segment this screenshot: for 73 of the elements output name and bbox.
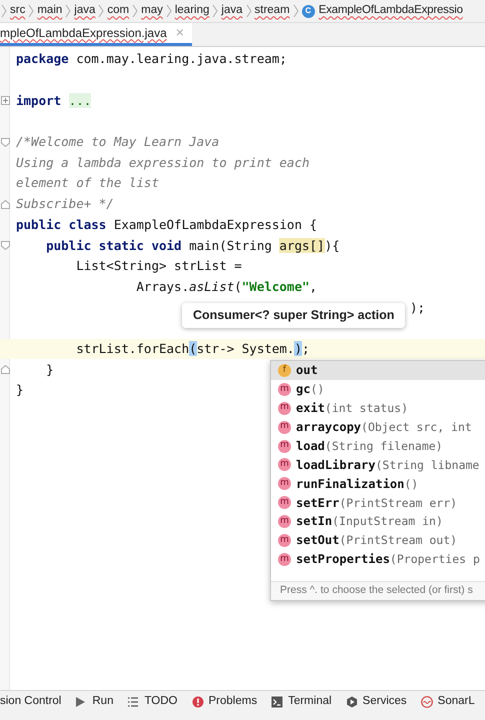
code-line: import ...	[16, 92, 92, 110]
breadcrumb-item[interactable]: java	[74, 2, 96, 20]
method-icon: m	[278, 402, 291, 415]
method-icon: m	[278, 440, 291, 452]
completion-item[interactable]: m loadLibrary(String libname	[271, 455, 485, 474]
completion-item[interactable]: f out	[271, 361, 485, 380]
breadcrumb-item[interactable]: main	[37, 2, 62, 20]
chevron-icon	[212, 4, 218, 18]
breadcrumb-item[interactable]: learing	[174, 2, 210, 20]
method-icon: m	[278, 552, 291, 566]
chevron-icon	[132, 4, 138, 18]
code-line: List<String> strList =	[75, 257, 242, 276]
method-icon: m	[278, 458, 291, 472]
error-icon	[192, 696, 204, 708]
code-line: );	[410, 298, 426, 317]
chevron-icon	[292, 4, 299, 18]
terminal-icon	[271, 696, 284, 708]
chevron-icon	[98, 4, 104, 18]
completion-item[interactable]: m runFinalization()	[271, 474, 485, 494]
expand-icon[interactable]	[1, 96, 10, 106]
tool-window-button[interactable]: TODO	[127, 692, 178, 710]
completion-item[interactable]: m load(String filename)	[271, 436, 485, 456]
tool-window-button[interactable]: sion Control	[0, 692, 62, 710]
chevron-icon	[65, 4, 72, 18]
method-icon: m	[278, 477, 291, 490]
tool-window-button[interactable]: SonarL	[420, 692, 475, 710]
breadcrumb-item[interactable]: src	[10, 2, 26, 20]
completion-item[interactable]: m setErr(PrintStream err)	[271, 493, 485, 512]
wave-circle-icon	[420, 696, 433, 708]
tool-window-button[interactable]: Services	[346, 692, 407, 710]
chevron-icon	[1, 4, 7, 18]
completion-item[interactable]: m gc()	[271, 380, 485, 399]
breadcrumb-item[interactable]: com	[107, 2, 130, 20]
method-icon: m	[278, 382, 291, 396]
method-icon: m	[278, 534, 291, 547]
fold-icon[interactable]	[1, 138, 10, 147]
method-icon: m	[278, 420, 291, 434]
code-line: public static void main(String args[]){	[45, 236, 340, 255]
tool-window-button[interactable]: Terminal	[271, 692, 332, 710]
code-line: package com.may.learing.java.stream;	[16, 50, 287, 68]
completion-hint: Press ^. to choose the selected (or first) s	[280, 583, 473, 598]
breadcrumb-item[interactable]: may	[141, 2, 163, 20]
method-icon: m	[278, 496, 291, 510]
completion-item[interactable]: m exit(int status)	[271, 398, 485, 418]
parameter-tooltip: Consumer<? super String> action	[182, 303, 406, 328]
play-icon	[75, 696, 88, 708]
file-tab[interactable]: mpleOfLambdaExpression.java ×	[0, 23, 192, 46]
code-line: }	[16, 381, 24, 400]
completion-item[interactable]: m setOut(PrintStream out)	[271, 531, 485, 550]
breadcrumb-item[interactable]: ExampleOfLambdaExpressio	[318, 2, 463, 20]
code-line: element of the list	[16, 174, 159, 192]
breadcrumb-item[interactable]: java	[221, 2, 242, 20]
field-icon: f	[278, 364, 291, 377]
code-line: Using a lambda expression to print each	[16, 154, 310, 172]
completion-item[interactable]: m arraycopy(Object src, int	[271, 418, 485, 437]
breadcrumb-item[interactable]: stream	[254, 2, 290, 20]
chevron-icon	[246, 4, 252, 18]
class-icon: C	[302, 4, 315, 18]
completion-item[interactable]: m setIn(InputStream in)	[271, 512, 485, 532]
chevron-icon	[166, 4, 172, 18]
code-line: strList.forEach(str-> System.);	[75, 340, 310, 358]
chevron-icon	[28, 4, 34, 18]
method-icon: m	[278, 515, 291, 528]
code-line: public class ExampleOfLambdaExpression {	[16, 216, 318, 234]
code-line: /*Welcome to May Learn Java	[16, 133, 220, 152]
tool-window-button[interactable]: Run	[75, 692, 114, 710]
code-line: Subscribe+ */	[16, 195, 114, 214]
completion-item[interactable]: m setProperties(Properties p	[271, 550, 485, 569]
tool-window-button[interactable]: Problems	[192, 692, 258, 710]
code-line: }	[45, 360, 54, 379]
code-line: Arrays.asList("Welcome",	[135, 278, 318, 296]
hexagon-icon	[346, 696, 358, 708]
list-icon	[127, 696, 140, 708]
